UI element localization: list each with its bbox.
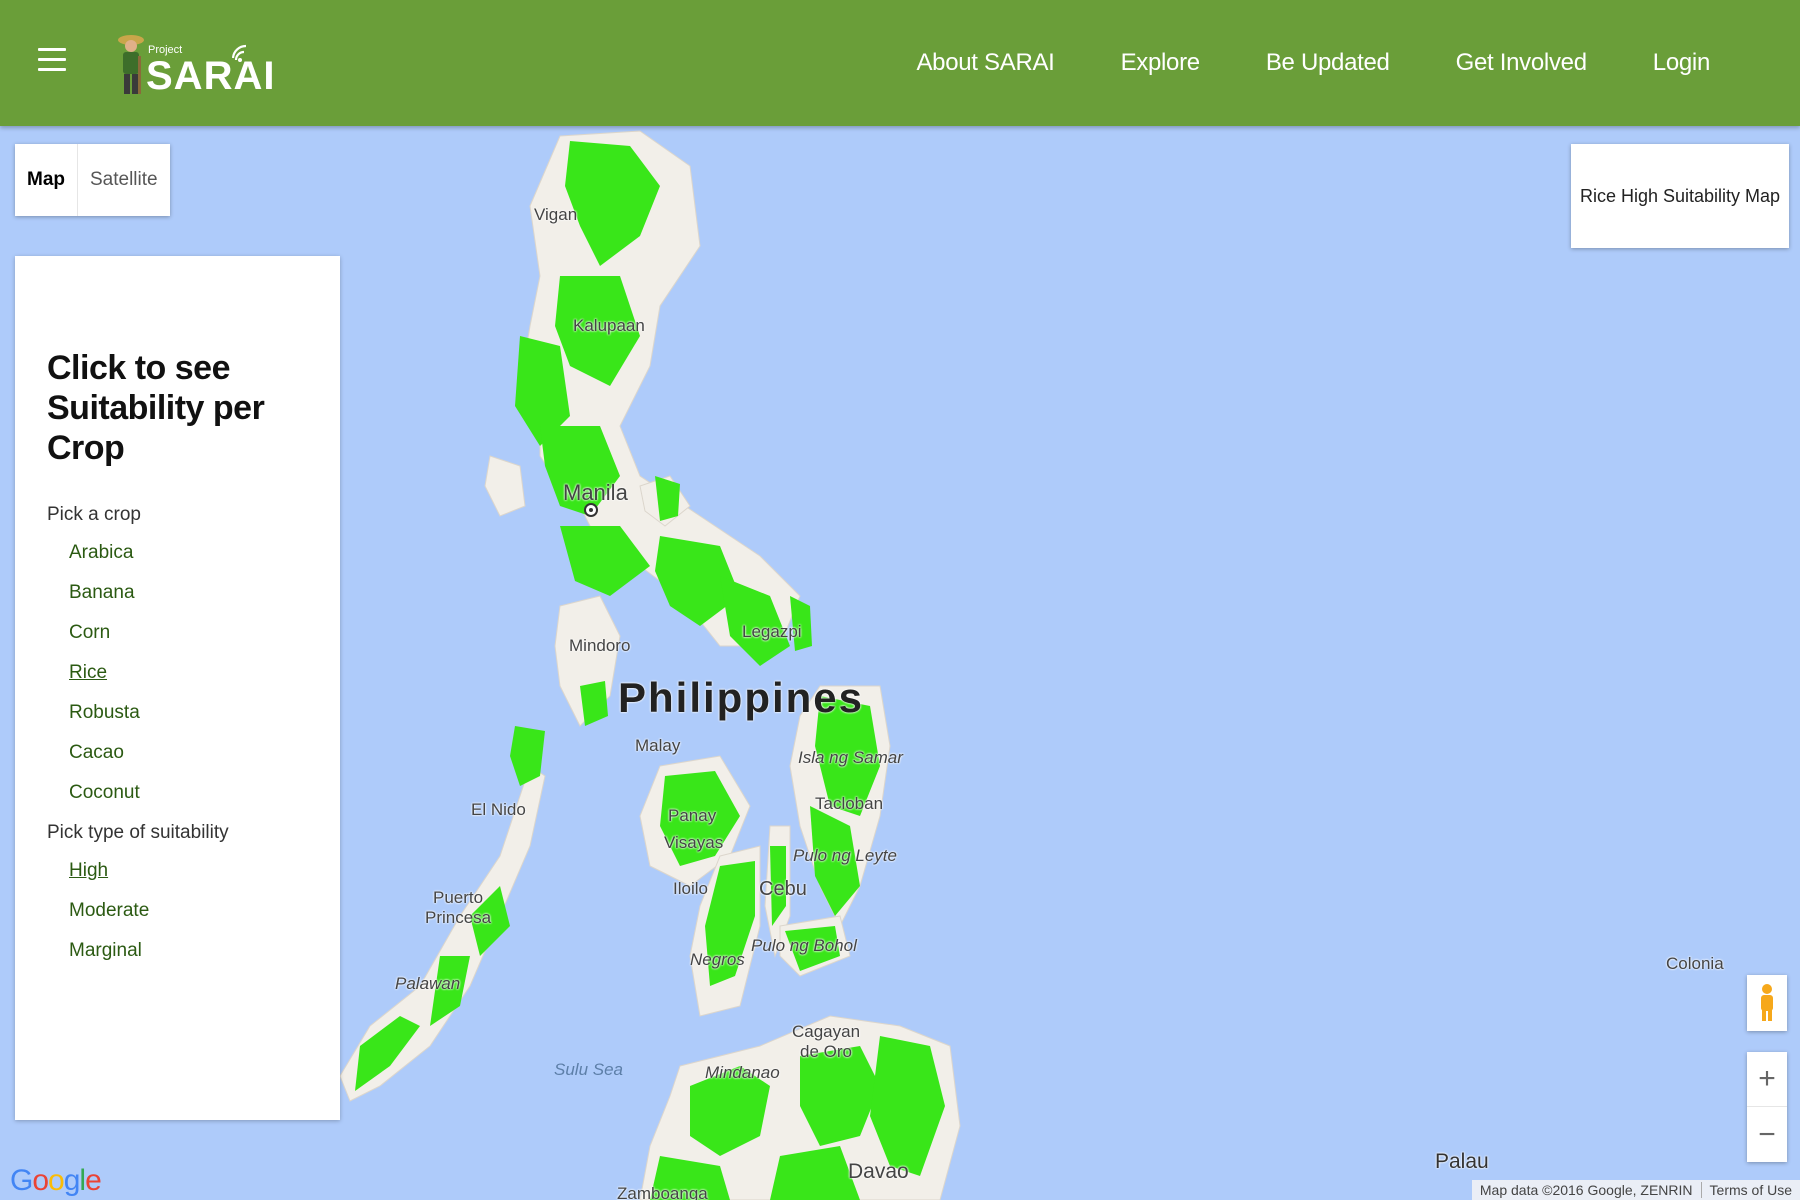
suitability-marginal[interactable]: Marginal <box>69 940 340 962</box>
crop-coconut[interactable]: Coconut <box>69 782 340 804</box>
crop-arabica[interactable]: Arabica <box>69 542 340 564</box>
crop-cacao[interactable]: Cacao <box>69 742 340 764</box>
crop-corn[interactable]: Corn <box>69 622 340 644</box>
zoom-out-button[interactable]: − <box>1747 1107 1787 1162</box>
label-kalupaan: Kalupaan <box>573 316 645 335</box>
label-palawan: Palawan <box>395 974 461 993</box>
label-zamboanga: Zamboanga <box>617 1184 708 1200</box>
map-type-map-button[interactable]: Map <box>15 144 78 216</box>
label-malay: Malay <box>635 736 681 755</box>
farmer-icon <box>118 35 144 94</box>
label-samar: Isla ng Samar <box>798 748 903 767</box>
crop-rice[interactable]: Rice <box>69 662 340 684</box>
label-panay: Panay <box>668 806 717 825</box>
suitability-moderate[interactable]: Moderate <box>69 900 340 922</box>
suitability-list: High Moderate Marginal <box>69 860 340 962</box>
signal-icon <box>232 44 247 62</box>
attribution-text: Map data ©2016 Google, ZENRIN <box>1479 1182 1693 1198</box>
crop-robusta[interactable]: Robusta <box>69 702 340 724</box>
street-view-pegman-icon[interactable] <box>1747 975 1787 1031</box>
label-cagayan-de-oro: Cagayan de Oro <box>792 1022 861 1061</box>
nav-login[interactable]: Login <box>1653 49 1711 77</box>
label-el-nido: El Nido <box>471 800 526 819</box>
label-philippines: Philippines <box>618 674 865 721</box>
sarai-logo[interactable]: Project SARAI <box>112 26 274 106</box>
map-attribution: Map data ©2016 Google, ZENRIN Terms of U… <box>1471 1180 1800 1200</box>
label-mindanao: Mindanao <box>705 1063 780 1082</box>
crop-list: Arabica Banana Corn Rice Robusta Cacao C… <box>69 542 340 804</box>
zoom-in-button[interactable]: + <box>1747 1052 1787 1107</box>
nav-about-sarai[interactable]: About SARAI <box>916 49 1054 77</box>
label-visayas: Visayas <box>664 833 724 852</box>
zoom-control: + − <box>1747 1052 1787 1162</box>
label-legazpi: Legazpi <box>742 622 802 641</box>
crop-suitability-panel: Click to see Suitability per Crop Pick a… <box>15 256 340 1120</box>
panel-heading: Click to see Suitability per Crop <box>47 349 265 467</box>
top-navbar: Project SARAI About SARAI Explore Be Upd… <box>0 0 1800 126</box>
map-type-satellite-button[interactable]: Satellite <box>78 144 170 216</box>
nav-explore[interactable]: Explore <box>1121 49 1201 77</box>
map-type-control: Map Satellite <box>15 144 170 216</box>
terms-of-use-link[interactable]: Terms of Use <box>1700 1182 1800 1198</box>
crop-banana[interactable]: Banana <box>69 582 340 604</box>
label-davao: Davao <box>848 1160 909 1183</box>
suitability-section-label: Pick type of suitability <box>47 822 229 843</box>
menu-icon[interactable] <box>38 48 66 72</box>
label-colonia: Colonia <box>1666 954 1724 973</box>
suitability-high[interactable]: High <box>69 860 340 882</box>
main-nav: About SARAI Explore Be Updated Get Invol… <box>850 0 1710 126</box>
label-leyte: Pulo ng Leyte <box>793 846 897 865</box>
label-mindoro: Mindoro <box>569 636 631 655</box>
label-tacloban: Tacloban <box>815 794 884 813</box>
nav-be-updated[interactable]: Be Updated <box>1266 49 1390 77</box>
label-cebu: Cebu <box>759 878 807 900</box>
nav-get-involved[interactable]: Get Involved <box>1456 49 1587 77</box>
label-palau: Palau <box>1435 1150 1489 1173</box>
label-sulu-sea: Sulu Sea <box>554 1060 623 1079</box>
logo-brand-text: SARAI <box>146 54 276 98</box>
map-title: Rice High Suitability Map <box>1579 185 1781 206</box>
label-puerto-princesa: Puerto Princesa <box>425 888 492 927</box>
label-negros: Negros <box>690 950 745 969</box>
crop-section-label: Pick a crop <box>47 504 141 525</box>
label-vigan: Vigan <box>534 205 578 224</box>
label-iloilo: Iloilo <box>673 879 708 898</box>
map-title-box: Rice High Suitability Map <box>1571 144 1789 248</box>
label-bohol: Pulo ng Bohol <box>751 936 857 955</box>
google-logo[interactable]: Google <box>10 1164 102 1198</box>
label-manila: Manila <box>563 480 628 505</box>
